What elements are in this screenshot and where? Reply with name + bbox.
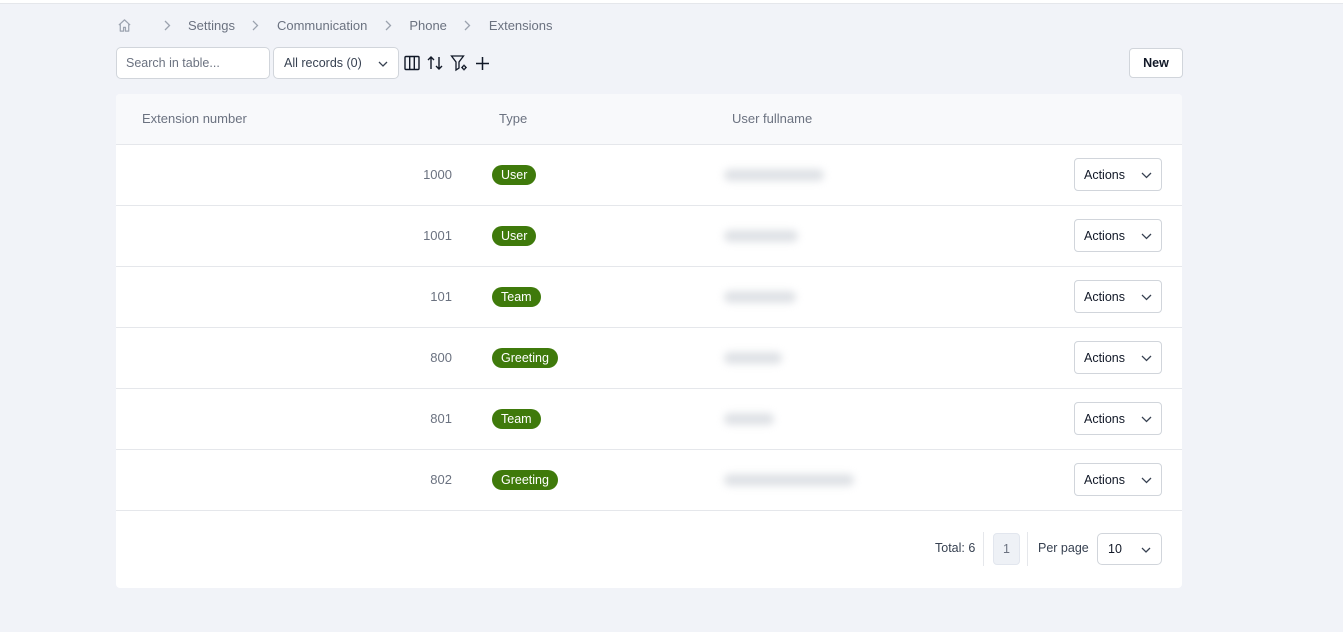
extension-number: 1000: [423, 167, 452, 182]
actions-dropdown[interactable]: Actions: [1074, 402, 1162, 435]
chevron-right-icon: [251, 20, 261, 31]
extension-number: 1001: [423, 228, 452, 243]
breadcrumb-settings[interactable]: Settings: [188, 18, 235, 33]
type-badge: User: [492, 165, 537, 185]
chevron-down-icon: [1141, 473, 1152, 487]
chevron-down-icon: [1141, 229, 1152, 243]
user-fullname-blurred: [724, 165, 874, 185]
extension-number: 801: [430, 411, 452, 426]
per-page-value: 10: [1108, 542, 1122, 556]
type-badge: Team: [492, 409, 541, 429]
actions-dropdown[interactable]: Actions: [1074, 219, 1162, 252]
home-icon[interactable]: [116, 17, 132, 33]
table-row[interactable]: 101 Team Actions: [116, 267, 1182, 328]
filter-settings-icon[interactable]: [449, 53, 469, 73]
chevron-right-icon: [383, 20, 393, 31]
chevron-down-icon: [1141, 351, 1152, 365]
column-header-type[interactable]: Type: [499, 111, 527, 126]
extensions-table: Extension number Type User fullname 1000…: [116, 94, 1182, 588]
user-fullname-blurred: [724, 287, 874, 307]
actions-dropdown[interactable]: Actions: [1074, 341, 1162, 374]
chevron-down-icon: [1141, 542, 1151, 556]
divider: [983, 532, 984, 566]
records-filter-select[interactable]: All records (0): [273, 47, 399, 79]
column-header-extension-number[interactable]: Extension number: [142, 111, 247, 126]
table-footer: Total: 6 1 Per page 10: [116, 510, 1182, 588]
actions-label: Actions: [1084, 350, 1125, 365]
extension-number: 101: [430, 289, 452, 304]
breadcrumb-extensions: Extensions: [488, 17, 553, 33]
actions-label: Actions: [1084, 472, 1125, 487]
per-page-label: Per page: [1038, 541, 1089, 555]
actions-dropdown[interactable]: Actions: [1074, 463, 1162, 496]
top-bar: [0, 0, 1343, 4]
sort-icon[interactable]: [425, 53, 445, 73]
chevron-right-icon: [162, 20, 172, 31]
table-row[interactable]: 802 Greeting Actions: [116, 450, 1182, 511]
chevron-down-icon: [1141, 412, 1152, 426]
type-badge: Team: [492, 287, 541, 307]
per-page-select[interactable]: 10: [1097, 533, 1162, 565]
actions-label: Actions: [1084, 411, 1125, 426]
table-row[interactable]: 1000 User Actions: [116, 145, 1182, 206]
extension-number: 802: [430, 472, 452, 487]
chevron-down-icon: [378, 56, 388, 70]
user-fullname-blurred: [724, 409, 874, 429]
actions-dropdown[interactable]: Actions: [1074, 280, 1162, 313]
divider: [1027, 532, 1028, 566]
breadcrumb-phone[interactable]: Phone: [409, 18, 447, 33]
records-filter-label: All records (0): [284, 56, 362, 70]
table-row[interactable]: 1001 User Actions: [116, 206, 1182, 267]
chevron-down-icon: [1141, 290, 1152, 304]
table-row[interactable]: 800 Greeting Actions: [116, 328, 1182, 389]
columns-icon[interactable]: [402, 53, 422, 73]
user-fullname-blurred: [724, 470, 874, 490]
breadcrumb-communication[interactable]: Communication: [277, 18, 367, 33]
type-badge: User: [492, 226, 537, 246]
add-column-icon[interactable]: [472, 53, 492, 73]
page-button-current[interactable]: 1: [993, 533, 1020, 565]
actions-label: Actions: [1084, 228, 1125, 243]
table-row[interactable]: 801 Team Actions: [116, 389, 1182, 450]
type-badge: Greeting: [492, 470, 558, 490]
actions-label: Actions: [1084, 289, 1125, 304]
actions-label: Actions: [1084, 167, 1125, 182]
chevron-down-icon: [1141, 168, 1152, 182]
extension-number: 800: [430, 350, 452, 365]
chevron-right-icon: [463, 20, 473, 31]
new-button[interactable]: New: [1129, 48, 1183, 78]
table-header: Extension number Type User fullname: [116, 94, 1182, 145]
actions-dropdown[interactable]: Actions: [1074, 158, 1162, 191]
user-fullname-blurred: [724, 226, 874, 246]
total-count: Total: 6: [935, 541, 976, 555]
breadcrumb: Settings Communication Phone Extensions: [116, 16, 553, 34]
column-header-user-fullname[interactable]: User fullname: [732, 111, 812, 126]
search-input[interactable]: [116, 47, 270, 79]
user-fullname-blurred: [724, 348, 874, 368]
type-badge: Greeting: [492, 348, 558, 368]
